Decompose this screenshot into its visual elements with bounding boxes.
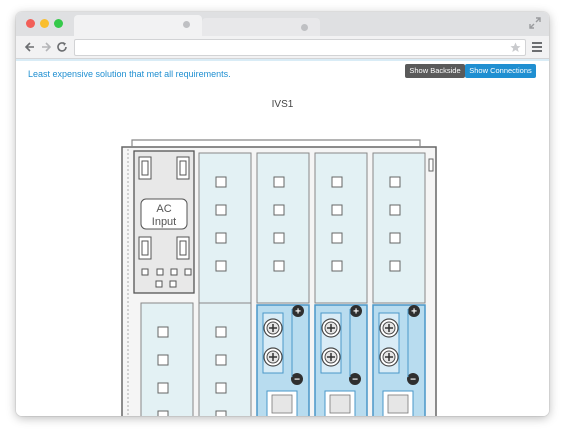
show-backside-button[interactable]: Show Backside [405,64,465,78]
terminal-screw-icon [263,318,283,338]
power-supply-1[interactable]: + − [256,304,310,416]
show-connections-button[interactable]: Show Connections [465,64,536,78]
close-window-button[interactable] [26,19,35,28]
minus-symbol: − [294,375,300,386]
solution-message: Least expensive solution that met all re… [28,69,231,79]
browser-window: Least expensive solution that met all re… [16,12,549,416]
tab-close-icon[interactable] [301,24,308,31]
rack-diagram: AC Input + − + − + − [121,139,437,416]
module-slot-top-2[interactable] [256,152,310,304]
terminal-screw-icon [321,347,341,367]
power-supply-2[interactable]: + − [314,304,368,416]
page-content: Least expensive solution that met all re… [16,59,549,416]
star-icon[interactable] [510,42,521,53]
tab-close-icon[interactable] [183,21,190,28]
chassis-latch [428,158,434,172]
menu-icon[interactable] [532,42,542,52]
module-slot-top-4[interactable] [372,152,426,304]
back-arrow-icon[interactable] [24,41,36,53]
module-slot-top-3[interactable] [314,152,368,304]
page-title: IVS1 [271,99,294,110]
title-bar [16,12,549,36]
power-supply-3[interactable]: + − [372,304,426,416]
module-slot-bottom-2[interactable] [198,302,252,416]
browser-tab-active[interactable] [74,15,202,36]
terminal-screw-icon [379,347,399,367]
forward-arrow-icon[interactable] [40,41,52,53]
reload-icon[interactable] [56,41,68,53]
chassis-handle [131,139,421,147]
top-divider [16,59,549,61]
terminal-screw-icon [263,347,283,367]
browser-toolbar [16,36,549,59]
module-slot-top-1[interactable] [198,152,252,304]
minus-symbol: − [352,375,358,386]
ac-input-label-line1: AC [156,203,171,215]
fullscreen-icon[interactable] [529,17,541,29]
plus-symbol: + [295,307,301,318]
module-slot-bottom-1[interactable] [140,302,194,416]
ac-input-label-line2: Input [152,216,176,228]
browser-tab-new[interactable] [202,18,320,36]
plus-symbol: + [353,307,359,318]
ac-input-module[interactable]: AC Input [133,150,195,294]
minimize-window-button[interactable] [40,19,49,28]
terminal-screw-icon [379,318,399,338]
maximize-window-button[interactable] [54,19,63,28]
terminal-screw-icon [321,318,341,338]
minus-symbol: − [410,375,416,386]
plus-symbol: + [411,307,417,318]
address-bar[interactable] [74,39,526,56]
